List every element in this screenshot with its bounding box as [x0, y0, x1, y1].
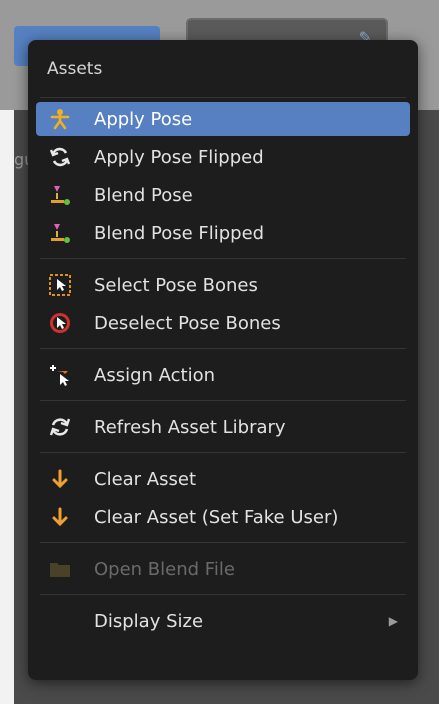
deselect-bones-icon	[46, 309, 74, 337]
menu-separator	[36, 446, 410, 460]
menu-title: Assets	[47, 59, 103, 79]
menu-item-deselect-pose-bones[interactable]: Deselect Pose Bones	[36, 304, 410, 342]
flip-arrows-icon	[46, 143, 74, 171]
arrow-down-orange-icon	[46, 503, 74, 531]
menu-item-clear-asset-fake-user[interactable]: Clear Asset (Set Fake User)	[36, 498, 410, 536]
menu-separator	[36, 92, 410, 100]
menu-separator	[36, 394, 410, 408]
menu-item-blend-pose-flipped[interactable]: Blend Pose Flipped	[36, 214, 410, 252]
arrow-down-orange-icon	[46, 465, 74, 493]
menu-separator	[36, 588, 410, 602]
menu-item-label: Assign Action	[94, 364, 215, 386]
menu-item-label: Deselect Pose Bones	[94, 312, 281, 334]
menu-item-label: Apply Pose	[94, 108, 193, 130]
refresh-icon	[46, 413, 74, 441]
select-bones-icon	[46, 271, 74, 299]
menu-item-apply-pose-flipped[interactable]: Apply Pose Flipped	[36, 138, 410, 176]
menu-item-label: Display Size	[94, 610, 204, 632]
assets-menu: Assets Apply Pose Apply Pose Flipped Ble…	[28, 40, 418, 680]
menu-item-open-blend-file: Open Blend File	[36, 550, 410, 588]
menu-item-label: Clear Asset	[94, 468, 196, 490]
menu-item-clear-asset[interactable]: Clear Asset	[36, 460, 410, 498]
menu-item-assign-action[interactable]: Assign Action	[36, 356, 410, 394]
menu-item-label: Blend Pose	[94, 184, 193, 206]
menu-separator	[36, 252, 410, 266]
menu-item-label: Clear Asset (Set Fake User)	[94, 506, 339, 528]
menu-item-blend-pose[interactable]: Blend Pose	[36, 176, 410, 214]
menu-item-label: Open Blend File	[94, 558, 235, 580]
menu-item-apply-pose[interactable]: Apply Pose	[36, 102, 410, 136]
menu-separator	[36, 536, 410, 550]
menu-item-select-pose-bones[interactable]: Select Pose Bones	[36, 266, 410, 304]
folder-icon	[46, 555, 74, 583]
blend-pose-flipped-icon	[46, 219, 74, 247]
submenu-arrow-icon: ▶	[388, 614, 398, 628]
menu-separator	[36, 342, 410, 356]
blank-icon	[46, 607, 74, 635]
menu-item-refresh-asset-library[interactable]: Refresh Asset Library	[36, 408, 410, 446]
menu-item-label: Refresh Asset Library	[94, 416, 286, 438]
menu-item-label: Apply Pose Flipped	[94, 146, 264, 168]
assign-action-icon	[46, 361, 74, 389]
menu-item-label: Blend Pose Flipped	[94, 222, 265, 244]
apply-pose-icon	[46, 105, 74, 133]
menu-item-display-size[interactable]: Display Size ▶	[36, 602, 410, 640]
blend-pose-icon	[46, 181, 74, 209]
menu-item-label: Select Pose Bones	[94, 274, 258, 296]
